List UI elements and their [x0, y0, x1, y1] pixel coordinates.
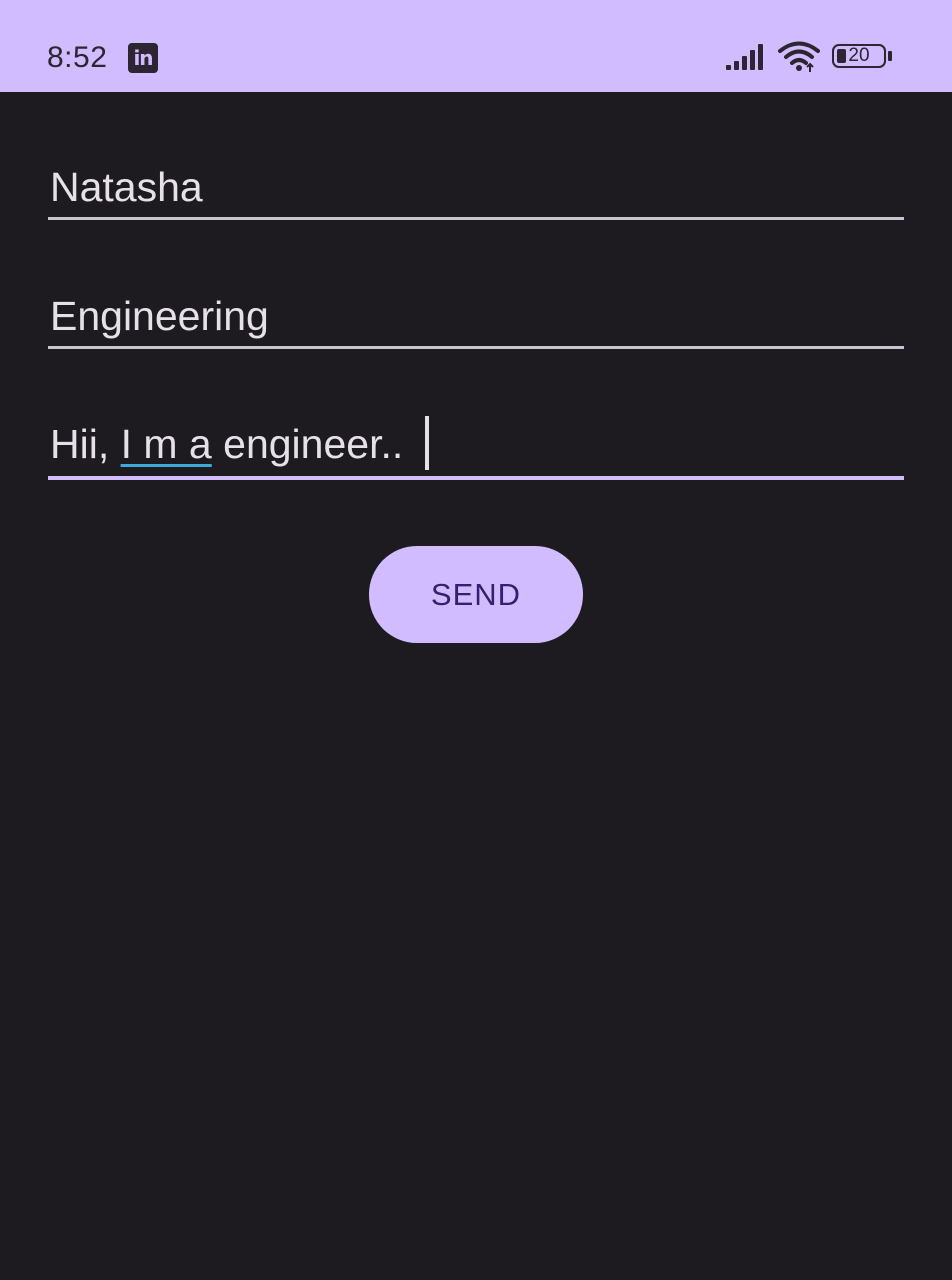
battery-cap	[888, 51, 892, 61]
linkedin-icon-glyph: in	[133, 46, 153, 70]
message-text-start: Hii,	[50, 421, 121, 467]
wifi-icon	[778, 41, 820, 72]
name-field-underline	[48, 217, 904, 220]
message-text-end: engineer..	[211, 421, 415, 467]
department-field-value[interactable]: Engineering	[50, 291, 269, 341]
linkedin-icon: in	[128, 43, 158, 73]
battery-level: 20	[848, 45, 870, 66]
battery-icon: 20	[832, 44, 894, 72]
signal-bars-icon	[726, 44, 763, 70]
message-text-spellcheck: I m a	[120, 421, 212, 467]
message-field-value[interactable]: Hii, I m a engineer..	[50, 416, 429, 474]
message-field-underline	[48, 476, 904, 480]
send-button[interactable]: SEND	[369, 546, 583, 643]
status-bar: 8:52 in 20	[0, 0, 952, 92]
name-field-value[interactable]: Natasha	[50, 162, 203, 212]
department-field-underline	[48, 346, 904, 349]
status-time: 8:52	[47, 41, 108, 74]
text-cursor	[424, 416, 429, 471]
